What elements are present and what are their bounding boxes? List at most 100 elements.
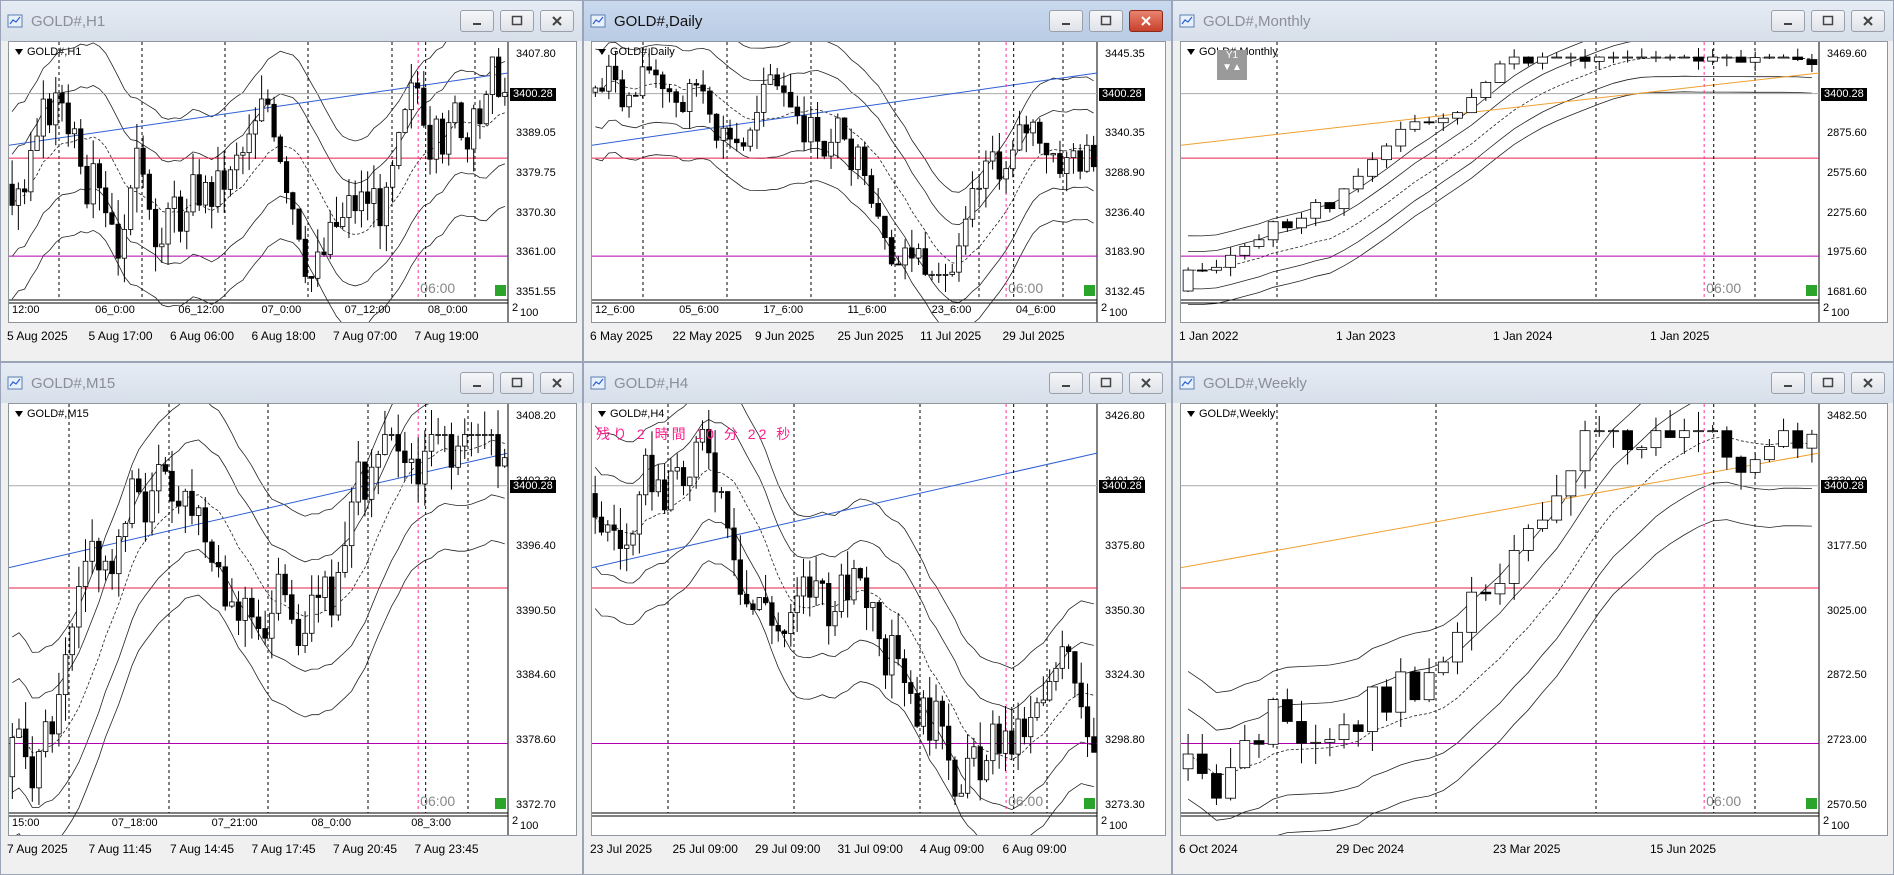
chart-canvas[interactable]: GOLD#,H4残り 2 時間 10 分 22 秒3426.803401.303… bbox=[591, 403, 1166, 836]
symbol-label[interactable]: GOLD#,H1 bbox=[15, 46, 81, 58]
candle bbox=[888, 229, 895, 267]
chart-window-weekly[interactable]: GOLD#,WeeklyGOLD#,Weekly3482.503330.0031… bbox=[1172, 362, 1894, 875]
chart-svg bbox=[1181, 42, 1820, 322]
symbol-label[interactable]: GOLD#,Daily bbox=[598, 46, 675, 58]
price-tick: 2275.60 bbox=[1827, 206, 1867, 219]
candle bbox=[446, 110, 452, 166]
date-label: 6 Aug 18:00 bbox=[251, 329, 316, 343]
window-titlebar[interactable]: GOLD#,Monthly bbox=[1173, 1, 1893, 41]
candle bbox=[788, 603, 794, 647]
minimize-icon bbox=[1784, 23, 1792, 25]
minimize-button[interactable] bbox=[1049, 10, 1083, 32]
candle bbox=[1281, 688, 1293, 724]
trade-level-marker[interactable] bbox=[495, 285, 506, 296]
chart-canvas[interactable]: GOLD#,MonthlyY1▼▲3469.603169.602875.6025… bbox=[1180, 41, 1888, 323]
candle bbox=[102, 555, 109, 581]
candle bbox=[819, 578, 826, 606]
candle bbox=[1735, 49, 1747, 63]
minimize-button[interactable] bbox=[1771, 10, 1805, 32]
close-button[interactable] bbox=[1851, 372, 1885, 394]
minimize-button[interactable] bbox=[1771, 372, 1805, 394]
candle bbox=[619, 70, 626, 112]
close-button[interactable] bbox=[1129, 10, 1163, 32]
chart-window-m15[interactable]: GOLD#,M15GOLD#,M153408.203402.303396.403… bbox=[0, 362, 583, 875]
candle bbox=[1707, 49, 1719, 66]
trade-level-marker[interactable] bbox=[1806, 285, 1817, 296]
band-upper-2 bbox=[1187, 404, 1641, 694]
candle bbox=[794, 577, 800, 632]
trend-line[interactable] bbox=[9, 72, 509, 146]
candle bbox=[592, 85, 599, 97]
maximize-button[interactable] bbox=[1089, 10, 1123, 32]
minimize-button[interactable] bbox=[460, 10, 494, 32]
candle bbox=[655, 464, 661, 497]
maximize-button[interactable] bbox=[500, 10, 534, 32]
window-titlebar[interactable]: GOLD#,H4 bbox=[584, 363, 1171, 403]
maximize-button[interactable] bbox=[1089, 372, 1123, 394]
minimize-button[interactable] bbox=[1049, 372, 1083, 394]
chart-window-icon bbox=[1179, 376, 1195, 390]
chart-window-h1[interactable]: GOLD#,H1GOLD#,H13407.803398.353389.05337… bbox=[0, 0, 583, 362]
trade-level-marker[interactable] bbox=[1806, 798, 1817, 809]
candle bbox=[352, 180, 358, 224]
candle bbox=[322, 570, 328, 611]
candle bbox=[828, 128, 834, 169]
candle bbox=[668, 458, 674, 512]
price-tick: 3379.75 bbox=[516, 167, 556, 179]
symbol-label[interactable]: GOLD#,Weekly bbox=[1187, 408, 1275, 420]
chart-canvas[interactable]: GOLD#,Weekly3482.503330.003177.503025.00… bbox=[1180, 403, 1888, 836]
candle bbox=[71, 121, 78, 149]
maximize-button[interactable] bbox=[1811, 10, 1845, 32]
candle bbox=[821, 140, 828, 160]
window-titlebar[interactable]: GOLD#,H1 bbox=[1, 1, 582, 41]
chart-window-daily[interactable]: GOLD#,DailyGOLD#,Daily3445.353392.553340… bbox=[583, 0, 1172, 362]
candle bbox=[841, 117, 848, 141]
close-button[interactable] bbox=[1129, 372, 1163, 394]
candle bbox=[488, 429, 495, 456]
candle bbox=[121, 214, 127, 283]
maximize-button[interactable] bbox=[1811, 372, 1845, 394]
chart-canvas[interactable]: GOLD#,H13407.803398.353389.053379.753370… bbox=[8, 41, 577, 323]
candle bbox=[835, 113, 841, 159]
candle bbox=[59, 84, 65, 122]
chart-canvas[interactable]: GOLD#,M153408.203402.303396.403390.50338… bbox=[8, 403, 577, 836]
close-button[interactable] bbox=[540, 10, 574, 32]
close-button[interactable] bbox=[1851, 10, 1885, 32]
symbol-label[interactable]: GOLD#,M15 bbox=[15, 408, 89, 420]
date-label: 7 Aug 19:00 bbox=[414, 329, 479, 343]
candle bbox=[502, 77, 508, 106]
window-titlebar[interactable]: GOLD#,Weekly bbox=[1173, 363, 1893, 403]
candle bbox=[1579, 420, 1591, 489]
date-label: 6 May 2025 bbox=[590, 329, 653, 343]
minimize-button[interactable] bbox=[460, 372, 494, 394]
candle bbox=[42, 709, 49, 758]
time-tick: 08_3:00 bbox=[411, 817, 451, 829]
candle bbox=[740, 137, 747, 151]
window-titlebar[interactable]: GOLD#,M15 bbox=[1, 363, 582, 403]
candle bbox=[1409, 114, 1421, 132]
candle bbox=[1003, 161, 1009, 194]
trade-level-marker[interactable] bbox=[495, 798, 506, 809]
candle bbox=[295, 604, 302, 656]
trade-level-marker[interactable] bbox=[1084, 798, 1095, 809]
candle bbox=[1650, 417, 1662, 456]
maximize-button[interactable] bbox=[500, 372, 534, 394]
candle bbox=[1480, 80, 1492, 101]
close-button[interactable] bbox=[540, 372, 574, 394]
price-tick: 3396.40 bbox=[516, 539, 556, 552]
candle bbox=[1040, 676, 1046, 707]
candle bbox=[659, 71, 666, 108]
maximize-icon bbox=[1822, 15, 1834, 26]
candle bbox=[687, 476, 693, 502]
price-tick: 3298.80 bbox=[1105, 734, 1145, 747]
symbol-label[interactable]: GOLD#,H4 bbox=[598, 408, 664, 420]
period-toggle[interactable]: Y1 ▼▲ bbox=[1217, 50, 1247, 80]
chart-canvas[interactable]: GOLD#,Daily3445.353392.553340.353288.903… bbox=[591, 41, 1166, 323]
period-arrows-icon[interactable]: ▼▲ bbox=[1217, 62, 1247, 74]
chart-window-h4[interactable]: GOLD#,H4 GOLD#,H4 残り 2 時間 10 分 22 秒 3426.80… bbox=[583, 362, 1172, 875]
candle bbox=[933, 684, 939, 749]
trade-level-marker[interactable] bbox=[1084, 285, 1095, 296]
candle bbox=[680, 460, 687, 496]
chart-window-monthly[interactable]: GOLD#,MonthlyGOLD#,MonthlyY1▼▲3469.60316… bbox=[1172, 0, 1894, 362]
window-titlebar[interactable]: GOLD#,Daily bbox=[584, 1, 1171, 41]
